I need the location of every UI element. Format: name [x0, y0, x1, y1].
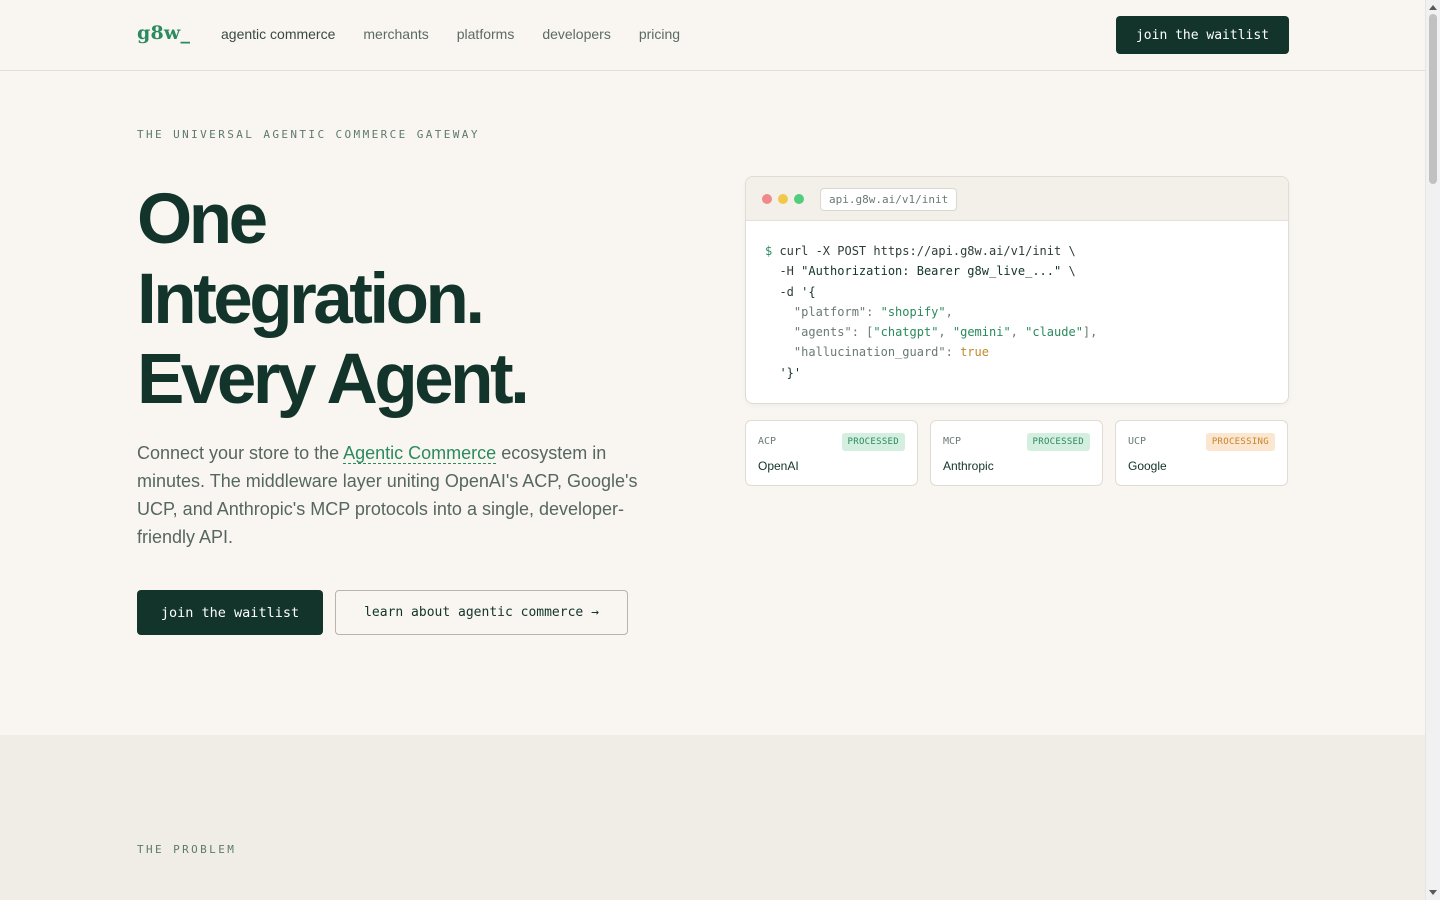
- code-guard-val: true: [960, 345, 989, 360]
- hero-title-line-1: One: [137, 180, 268, 259]
- problem-section: THE PROBLEM: [0, 735, 1425, 900]
- code-line-2-post: \: [1061, 264, 1076, 279]
- code-line-2-pre: -H: [765, 264, 802, 279]
- nav-platforms[interactable]: platforms: [457, 26, 515, 42]
- logo[interactable]: g8w_: [137, 22, 190, 44]
- hero-title-line-2: Integration.: [137, 260, 485, 339]
- terminal-window: api.g8w.ai/v1/init $ curl -X POST https:…: [745, 176, 1289, 404]
- hero-description: Connect your store to the Agentic Commer…: [137, 439, 657, 551]
- terminal-url: api.g8w.ai/v1/init: [820, 188, 958, 211]
- code-agent-1: "gemini": [952, 325, 1011, 340]
- main-nav: agentic commerce merchants platforms dev…: [221, 26, 680, 42]
- protocol-provider: Google: [1128, 459, 1167, 473]
- scrollbar-thumb[interactable]: [1429, 14, 1437, 184]
- code-agents-key: "agents": [793, 325, 852, 340]
- protocol-provider: Anthropic: [943, 459, 994, 473]
- page: g8w_ agentic commerce merchants platform…: [0, 0, 1425, 900]
- protocol-provider: OpenAI: [758, 459, 799, 473]
- code-block: $ curl -X POST https://api.g8w.ai/v1/ini…: [765, 244, 1098, 380]
- close-dot-icon: [762, 194, 772, 204]
- hero-desc-pre: Connect your store to the: [137, 443, 344, 463]
- header-waitlist-button[interactable]: join the waitlist: [1116, 16, 1289, 54]
- nav-agentic-commerce[interactable]: agentic commerce: [221, 26, 335, 42]
- agentic-commerce-link[interactable]: Agentic Commerce: [343, 443, 497, 464]
- code-agent-0: "chatgpt": [873, 325, 939, 340]
- code-line-3-str: '{: [801, 284, 816, 299]
- nav-merchants[interactable]: merchants: [363, 26, 428, 42]
- hero-eyebrow: THE UNIVERSAL AGENTIC COMMERCE GATEWAY: [137, 128, 480, 141]
- hero-title: One Integration. Every Agent.: [137, 180, 697, 420]
- protocol-code: ACP: [758, 436, 777, 447]
- protocol-code: MCP: [943, 436, 962, 447]
- code-guard-key: "hallucination_guard": [793, 345, 946, 360]
- code-closing: '}': [779, 365, 802, 380]
- scroll-up-arrow-icon[interactable]: [1429, 5, 1437, 10]
- problem-eyebrow: THE PROBLEM: [137, 843, 237, 856]
- hero-title-line-3: Every Agent.: [137, 340, 530, 419]
- maximize-dot-icon: [794, 194, 804, 204]
- learn-agentic-commerce-button[interactable]: learn about agentic commerce →: [335, 590, 628, 635]
- code-platform-key: "platform": [793, 304, 867, 319]
- code-platform-val: "shopify": [880, 304, 946, 319]
- site-header: g8w_ agentic commerce merchants platform…: [0, 0, 1425, 71]
- minimize-dot-icon: [778, 194, 788, 204]
- nav-pricing[interactable]: pricing: [639, 26, 680, 42]
- status-badge: PROCESSED: [841, 433, 905, 451]
- terminal-titlebar: api.g8w.ai/v1/init: [746, 177, 1288, 221]
- status-badge: PROCESSING: [1205, 433, 1275, 451]
- protocol-code: UCP: [1128, 436, 1147, 447]
- scroll-down-arrow-icon[interactable]: [1429, 890, 1437, 895]
- nav-developers[interactable]: developers: [542, 26, 611, 42]
- protocol-card-ucp: UCP PROCESSING Google: [1115, 420, 1288, 486]
- hero-waitlist-button[interactable]: join the waitlist: [137, 590, 323, 635]
- code-agent-2: "claude": [1025, 325, 1083, 340]
- code-line-2-str: "Authorization: Bearer g8w_live_...": [801, 264, 1062, 279]
- code-line-3-pre: -d: [765, 284, 802, 299]
- status-badge: PROCESSED: [1026, 433, 1090, 451]
- protocol-card-acp: ACP PROCESSED OpenAI: [745, 420, 918, 486]
- page-scrollbar[interactable]: [1425, 0, 1440, 900]
- code-line-1: curl -X POST https://api.g8w.ai/v1/init …: [772, 244, 1076, 258]
- protocol-card-mcp: MCP PROCESSED Anthropic: [930, 420, 1103, 486]
